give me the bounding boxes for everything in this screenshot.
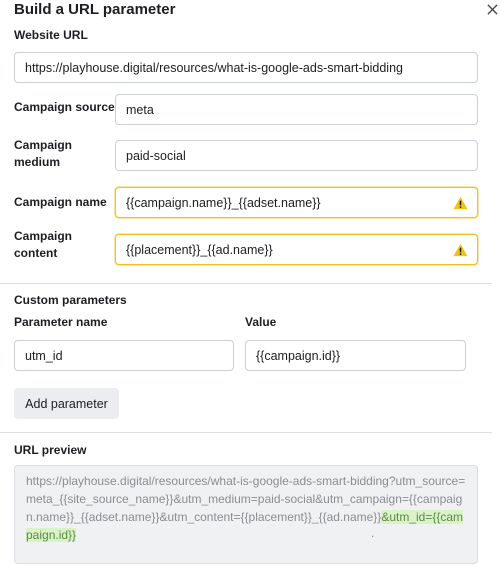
url-preview-heading: URL preview [14,443,87,457]
campaign-source-value: meta [126,102,154,117]
parameter-value-header: Value [245,315,277,329]
campaign-name-field[interactable]: {{campaign.name}}_{{adset.name}} [115,187,478,218]
campaign-name-value: {{campaign.name}}_{{adset.name}} [126,195,321,210]
campaign-content-field[interactable]: {{placement}}_{{ad.name}} [115,234,478,265]
website-url-value: https://playhouse.digital/resources/what… [25,60,403,75]
website-url-label: Website URL [14,28,88,42]
campaign-medium-label-line2: medium [14,155,61,169]
parameter-name-header: Parameter name [14,315,108,329]
campaign-medium-field[interactable]: paid-social [115,140,478,171]
custom-parameters-heading: Custom parameters [14,293,127,307]
campaign-content-label-line2: content [14,246,58,260]
campaign-source-label: Campaign source [14,100,115,114]
campaign-content-label: Campaign content [14,228,72,262]
campaign-medium-label-line1: Campaign [14,138,73,152]
campaign-content-value: {{placement}}_{{ad.name}} [126,242,273,257]
campaign-content-label-line1: Campaign [14,229,73,243]
dialog-title: Build a URL parameter [14,1,176,18]
warning-icon [453,243,468,257]
section-divider [0,432,492,433]
website-url-field[interactable]: https://playhouse.digital/resources/what… [14,52,478,83]
warning-icon [453,196,468,210]
close-icon[interactable] [484,0,500,18]
campaign-medium-value: paid-social [126,148,186,163]
parameter-name-value: utm_id [25,348,63,363]
campaign-medium-label: Campaign medium [14,137,72,171]
parameter-value-value: {{campaign.id}} [256,348,341,363]
url-preview-trailing: . [371,526,375,540]
url-preview-box: https://playhouse.digital/resources/what… [14,465,478,564]
parameter-value-input[interactable]: {{campaign.id}} [245,340,466,371]
add-parameter-button[interactable]: Add parameter [14,388,119,419]
campaign-name-label: Campaign name [14,195,107,209]
parameter-name-input[interactable]: utm_id [14,340,234,371]
section-divider [0,283,492,284]
campaign-source-field[interactable]: meta [115,94,478,125]
